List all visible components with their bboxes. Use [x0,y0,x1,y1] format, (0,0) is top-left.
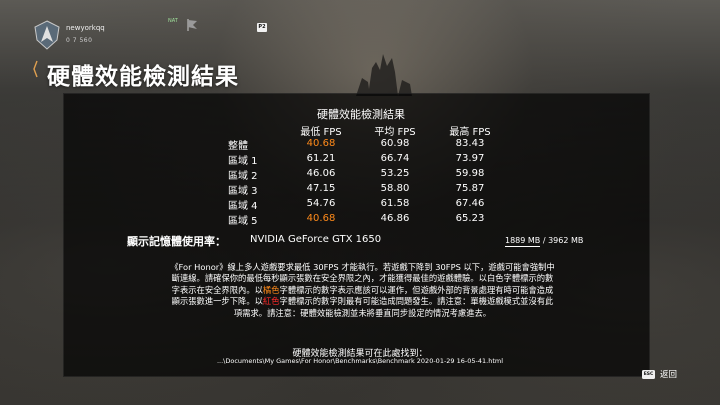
cell-min-fps: 46.06 [306,168,336,179]
fps-requirement-notice: 《For Honor》線上多人遊戲要求最低 30FPS 才能執行。若遊戲下降到 … [170,262,555,319]
cell-avg-fps: 46.86 [380,213,410,224]
cell-max-fps: 83.43 [455,138,485,149]
player-name: newyorkqq [66,24,105,32]
nat-label: NAT [168,18,178,24]
back-button[interactable]: 返回 [660,368,677,380]
nat-flag-icon [187,19,197,31]
row-label: 區域 4 [228,201,258,212]
header-min-fps: 最低 FPS [300,127,342,138]
vram-usage-label: 顯示記憶體使用率： [127,235,226,248]
vram-usage-value: 1889 MB / 3962 MB [505,236,584,247]
vram-total: 3962 MB [548,236,584,245]
esc-key-icon[interactable]: ESC [642,370,655,379]
row-label: 區域 3 [228,186,258,197]
cell-max-fps: 73.97 [455,153,485,164]
table-title: 硬體效能檢測結果 [317,108,405,121]
row-label: 整體 [228,141,248,152]
cell-min-fps: 47.15 [306,183,336,194]
row-label: 區域 5 [228,216,258,227]
results-file-path[interactable]: ...\Documents\My Games\For Honor\Benchma… [150,357,570,365]
notice-red-keyword: 紅色 [262,296,280,307]
notice-orange-keyword: 橘色 [262,284,280,295]
cell-max-fps: 75.87 [455,183,485,194]
page-title: 硬體效能檢測結果 [47,64,239,90]
cell-max-fps: 59.98 [455,168,485,179]
gpu-name: NVIDIA GeForce GTX 1650 [250,234,382,245]
cell-avg-fps: 58.80 [380,183,410,194]
background-ruin-silhouette [356,54,412,96]
cell-min-fps: 40.68 [306,213,336,224]
cell-min-fps: 54.76 [306,198,336,209]
header-max-fps: 最高 FPS [449,127,491,138]
cell-avg-fps: 61.58 [380,198,410,209]
row-label: 區域 2 [228,171,258,182]
notice-text: 字體標示的數字則最有可能造成問題發生。請注意：單機遊戲模式並沒有此項需求。請注意… [233,296,554,318]
cell-min-fps: 40.68 [306,138,336,149]
cell-max-fps: 67.46 [455,198,485,209]
vram-separator: / [540,236,549,245]
header-avg-fps: 平均 FPS [374,127,416,138]
cell-max-fps: 65.23 [455,213,485,224]
row-label: 區域 1 [228,156,258,167]
player-stats: 0 7 560 [66,37,93,44]
cell-avg-fps: 53.25 [380,168,410,179]
faction-emblem-icon[interactable] [33,20,61,50]
cell-avg-fps: 66.74 [380,153,410,164]
title-marker-icon [33,60,38,78]
vram-used: 1889 MB [505,236,541,247]
party-key-badge[interactable]: P2 [257,23,267,32]
cell-avg-fps: 60.98 [380,138,410,149]
cell-min-fps: 61.21 [306,153,336,164]
